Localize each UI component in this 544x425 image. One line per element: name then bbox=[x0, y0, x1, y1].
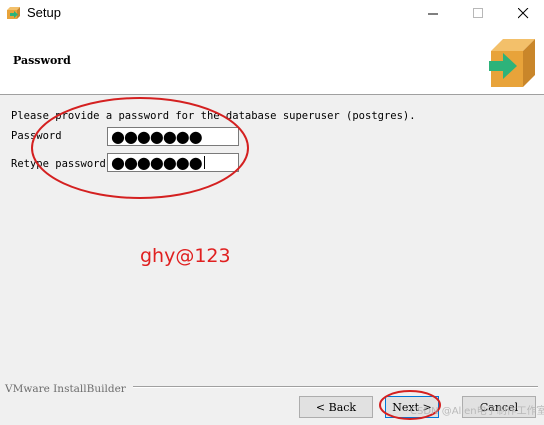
retype-password-value: ●●●●●●● bbox=[111, 153, 203, 172]
maximize-button[interactable] bbox=[455, 0, 501, 26]
password-value: ●●●●●●● bbox=[111, 127, 203, 146]
page-title: Password bbox=[13, 54, 71, 67]
minimize-icon bbox=[427, 13, 438, 14]
close-button[interactable] bbox=[500, 0, 544, 26]
cancel-button[interactable]: Cancel bbox=[462, 396, 536, 418]
installbuilder-brand: VMware InstallBuilder bbox=[5, 383, 126, 395]
footer-divider bbox=[133, 386, 538, 388]
retype-password-label: Retype password bbox=[11, 158, 106, 170]
password-label: Password bbox=[11, 130, 62, 142]
installer-box-arrow-icon bbox=[489, 39, 535, 87]
minimize-button[interactable] bbox=[410, 0, 456, 26]
back-button[interactable]: < Back bbox=[299, 396, 373, 418]
next-button[interactable]: Next > bbox=[385, 396, 439, 418]
wizard-header: Password bbox=[0, 28, 544, 95]
text-caret bbox=[203, 156, 205, 169]
annotation-password-note: ghy@123 bbox=[140, 245, 231, 267]
maximize-icon bbox=[472, 7, 483, 18]
title-bar: Setup bbox=[0, 0, 544, 28]
password-input[interactable]: ●●●●●●● bbox=[107, 127, 239, 146]
setup-app-icon bbox=[7, 7, 20, 19]
retype-password-input[interactable]: ●●●●●●● bbox=[107, 153, 239, 172]
close-icon bbox=[517, 7, 528, 18]
intro-text: Please provide a password for the databa… bbox=[11, 110, 416, 122]
window-title: Setup bbox=[27, 5, 61, 20]
